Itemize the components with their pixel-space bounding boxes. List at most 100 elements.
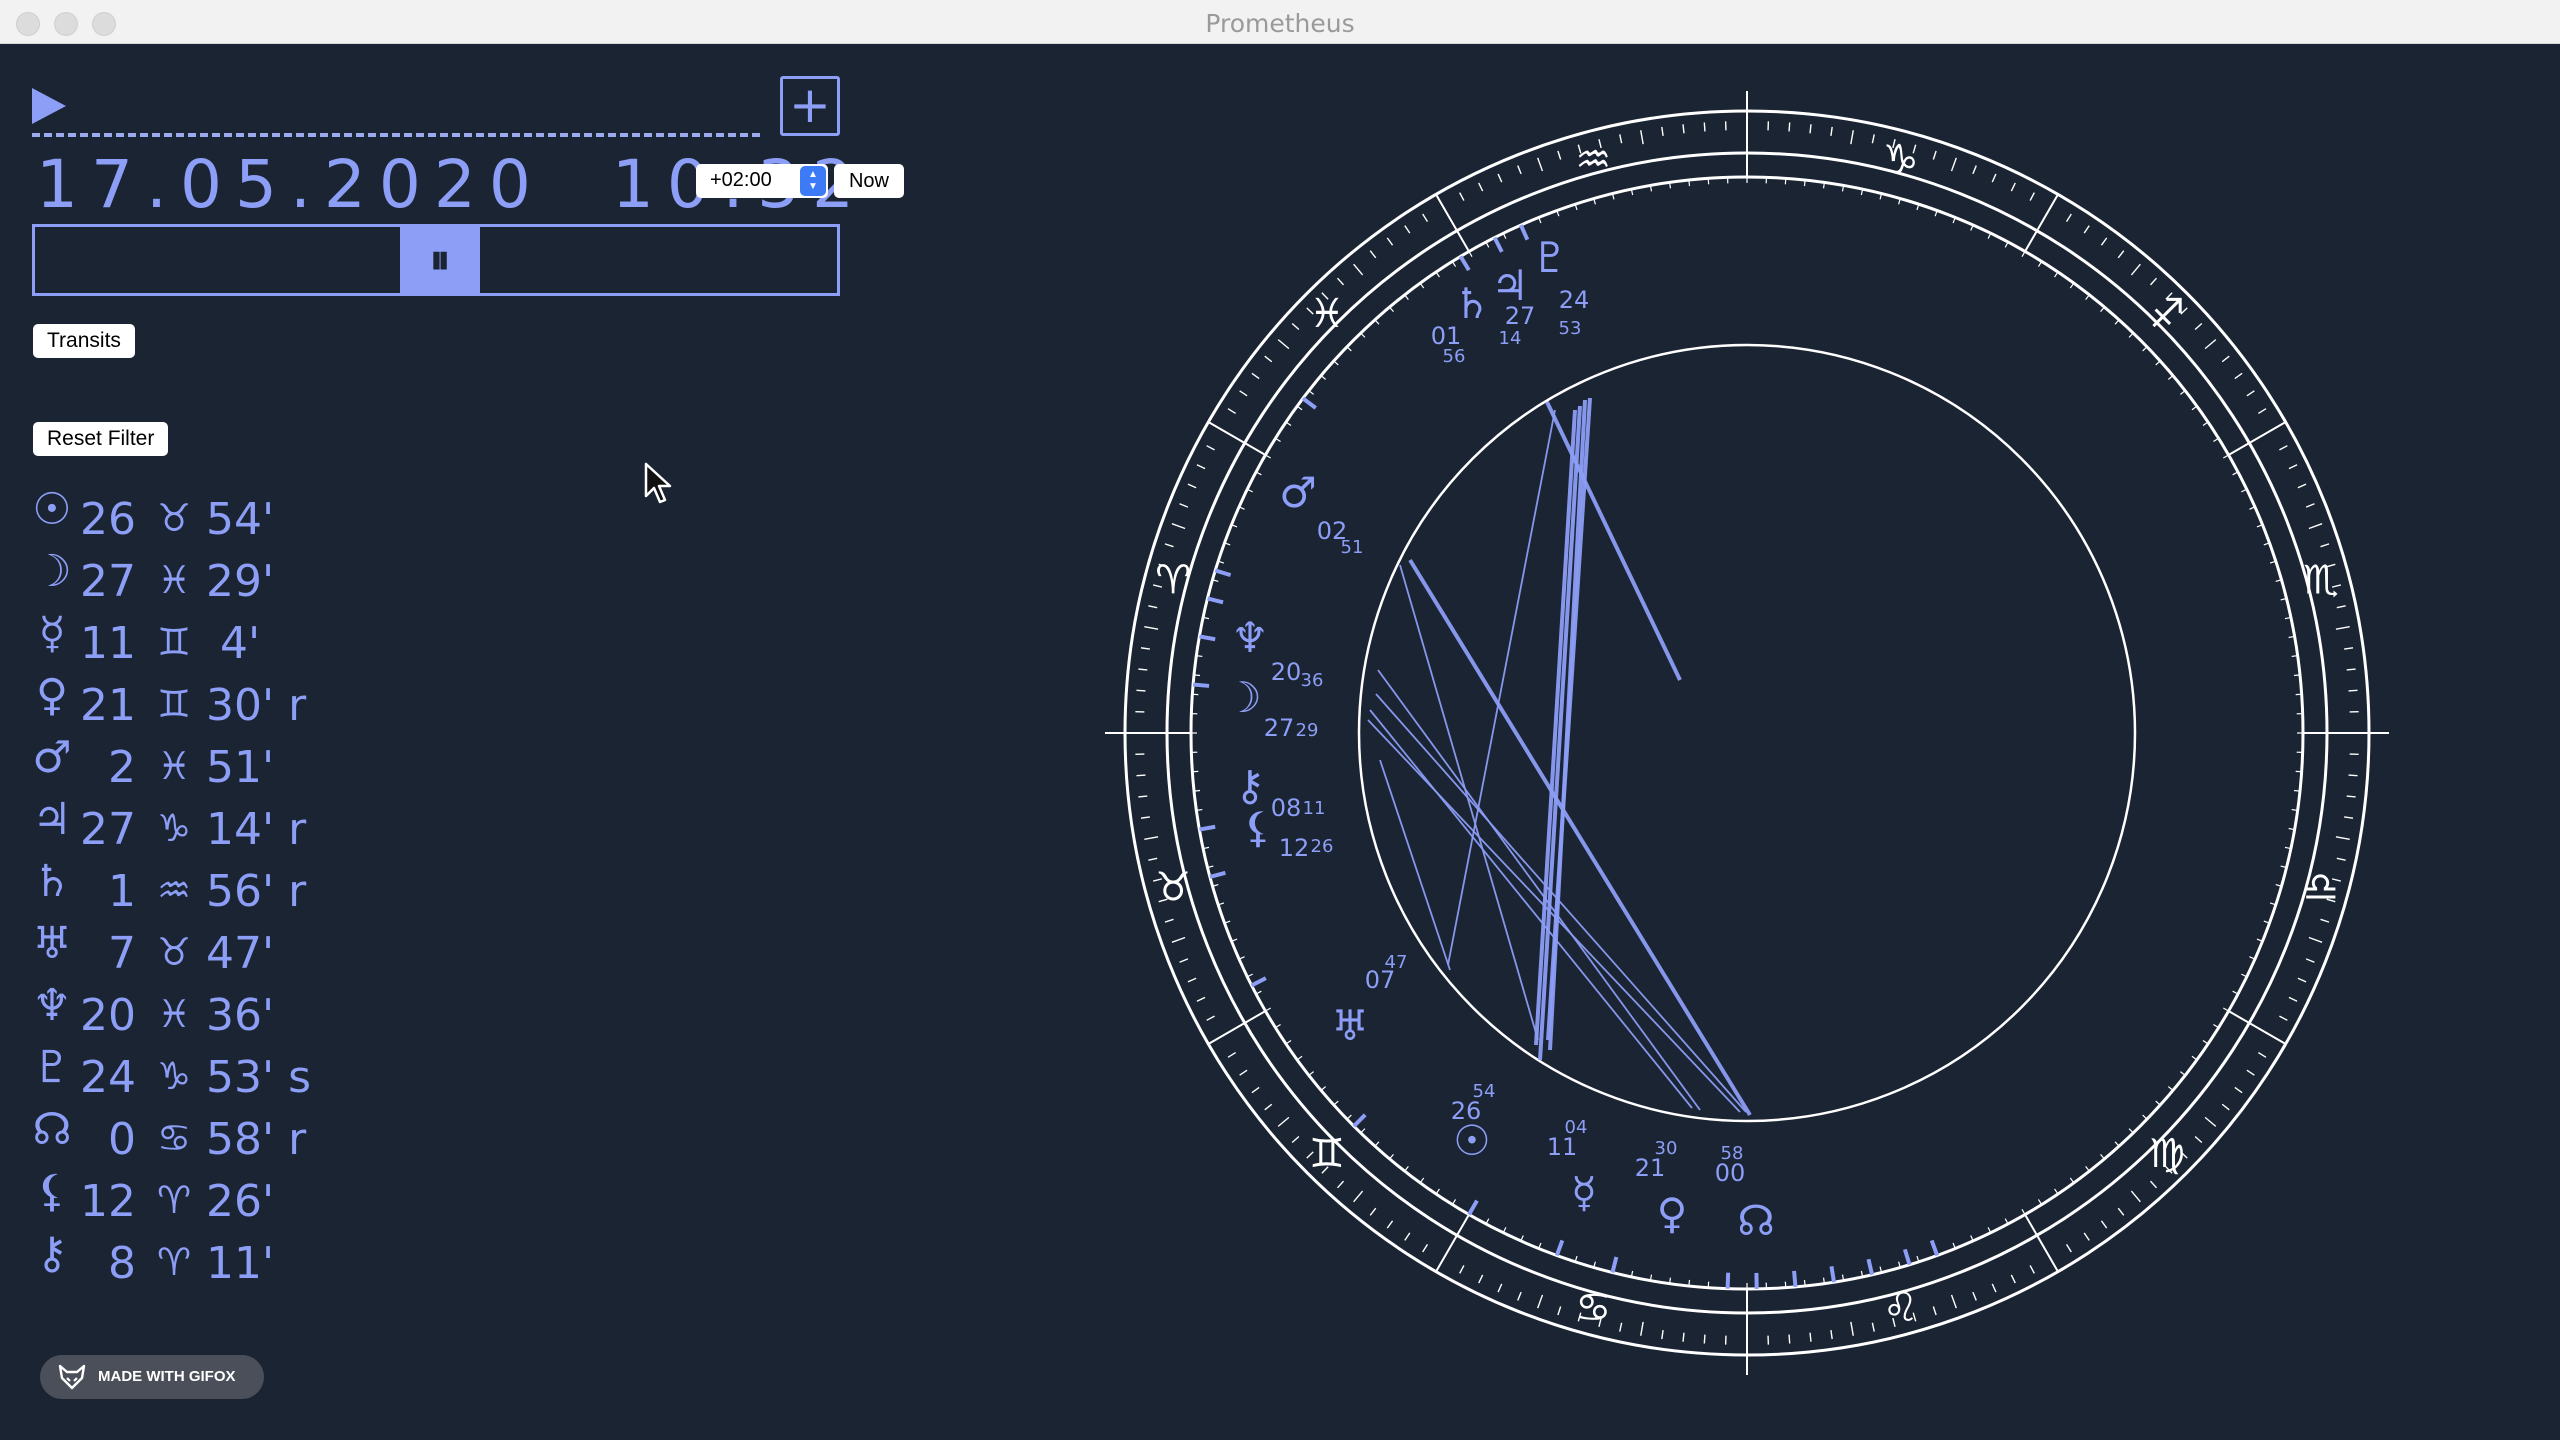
planet-row-uranus[interactable]: ♅ 7 ♉ 47' [28, 918, 428, 990]
capricorn-icon: ♑ [156, 806, 192, 850]
degree-tick [1788, 122, 1791, 132]
planet-minutes: 26' [206, 1176, 275, 1227]
planet-degree-label: 27 [1505, 302, 1536, 330]
node-icon: ☊ [1737, 1196, 1774, 1245]
planet-minute-label: 56 [1443, 346, 1466, 367]
inner-tick [2291, 808, 2298, 811]
timezone-stepper[interactable]: ▲ ▼ [800, 166, 826, 196]
capricorn-icon: ♑ [156, 1054, 192, 1098]
timezone-value: +02:00 [710, 169, 772, 191]
planet-degree: 27 [80, 804, 136, 855]
pluto-icon: ♇ [32, 1042, 72, 1093]
play-icon[interactable] [30, 84, 70, 128]
planet-tick [1192, 682, 1210, 688]
planet-degree-label: 12 [1279, 834, 1310, 862]
planet-degree: 1 [108, 866, 136, 917]
lilith-icon: ⚸ [1243, 803, 1274, 852]
planet-minute-label: 51 [1341, 537, 1364, 558]
saturn-icon: ♄ [1453, 279, 1491, 328]
planet-row-mercury[interactable]: ☿ 11 ♊ 4' [28, 608, 428, 680]
planet-row-mars[interactable]: ♂ 2 ♓ 51' [28, 732, 428, 804]
cancer-icon: ♋ [156, 1116, 192, 1160]
slider-thumb[interactable]: ⏸ [400, 227, 480, 293]
time-slider[interactable]: ⏸ [32, 224, 840, 296]
planet-minutes: 58' r [206, 1114, 307, 1165]
degree-tick [1703, 1334, 1706, 1344]
planet-minute-label: 30 [1655, 1138, 1678, 1159]
timezone-select[interactable]: +02:00 ▲ ▼ [696, 164, 828, 198]
badge-label: MADE WITH GIFOX [98, 1368, 236, 1385]
chevron-up-icon: ▲ [808, 169, 818, 180]
planet-minute-label: 11 [1303, 798, 1326, 819]
degree-tick [1138, 795, 1148, 798]
planet-degree: 21 [80, 680, 136, 731]
planet-degree: 8 [108, 1238, 136, 1289]
taurus-icon: ♉ [1155, 865, 1191, 911]
inner-tick [1822, 1277, 1825, 1284]
fox-icon [58, 1364, 86, 1390]
planet-tick [1725, 1272, 1731, 1289]
taurus-icon: ♉ [156, 496, 192, 540]
planet-row-sun[interactable]: ☉ 26 ♉ 54' [28, 484, 428, 556]
cancer-icon: ♋ [1575, 1285, 1611, 1331]
planet-tick [1829, 1266, 1836, 1283]
degree-tick [1809, 1332, 1812, 1342]
venus-icon: ♀ [1657, 1189, 1688, 1238]
sagittarius-icon: ♐ [2149, 291, 2185, 337]
degree-tick [1788, 1334, 1791, 1344]
gemini-icon: ♊ [156, 620, 192, 664]
now-button[interactable]: Now [834, 164, 904, 198]
planet-minute-label: 53 [1559, 318, 1582, 339]
mars-icon: ♂ [32, 732, 72, 783]
inner-tick [1822, 182, 1825, 189]
moon-icon: ☽ [32, 546, 72, 597]
inner-tick [1688, 179, 1691, 187]
planet-degree: 27 [80, 556, 136, 607]
inner-tick [2293, 789, 2301, 792]
planet-row-jupiter[interactable]: ♃ 27 ♑ 14' r [28, 794, 428, 866]
chevron-down-icon: ▼ [808, 181, 818, 192]
degree-tick [2348, 774, 2358, 777]
planet-minute-label: 58 [1721, 1143, 1744, 1164]
sun-icon: ☉ [32, 484, 72, 535]
planet-row-lilith[interactable]: ⚸ 12 ♈ 26' [28, 1166, 428, 1238]
planet-row-pluto[interactable]: ♇ 24 ♑ 53' s [28, 1042, 428, 1114]
aries-icon: ♈ [156, 1240, 192, 1284]
planet-row-moon[interactable]: ☽ 27 ♓ 29' [28, 546, 428, 618]
planet-row-node[interactable]: ☊ 0 ♋ 58' r [28, 1104, 428, 1176]
jupiter-icon: ♃ [32, 794, 72, 845]
planet-degree-label: 20 [1271, 658, 1302, 686]
planet-row-saturn[interactable]: ♄ 1 ♒ 56' r [28, 856, 428, 928]
planet-minute-label: 14 [1499, 328, 1522, 349]
lilith-icon: ⚸ [35, 1166, 69, 1217]
title-bar: Prometheus [0, 0, 2560, 44]
timeline-track[interactable] [32, 133, 760, 137]
window-title: Prometheus [1205, 9, 1355, 38]
planet-minutes: 36' [206, 990, 275, 1041]
planet-tick [1792, 1270, 1798, 1288]
planet-row-chiron[interactable]: ⚷ 8 ♈ 11' [28, 1228, 428, 1300]
moon-icon: ☽ [1224, 673, 1262, 722]
add-button[interactable]: + [780, 76, 840, 136]
gifox-badge: MADE WITH GIFOX [40, 1355, 264, 1399]
planet-minutes: 4' [206, 618, 261, 669]
pisces-icon: ♓ [156, 558, 192, 602]
app-content: + 17.05.2020 10:32 +02:00 ▲ ▼ Now ⏸ Tran… [0, 44, 2560, 1440]
reset-filter-button[interactable]: Reset Filter [33, 422, 169, 456]
virgo-icon: ♍ [2149, 1131, 2185, 1177]
aquarius-icon: ♒ [1575, 137, 1611, 183]
transits-button[interactable]: Transits [33, 324, 135, 358]
planet-minute-label: 29 [1296, 720, 1319, 741]
planet-degree: 12 [80, 1176, 136, 1227]
degree-tick [1682, 124, 1685, 134]
neptune-icon: ♆ [1231, 613, 1269, 662]
planet-tick [1199, 824, 1216, 832]
pisces-icon: ♓ [156, 744, 192, 788]
planet-row-venus[interactable]: ♀ 21 ♊ 30' r [28, 670, 428, 742]
inner-tick [1803, 1279, 1806, 1287]
planet-row-neptune[interactable]: ♆ 20 ♓ 36' [28, 980, 428, 1052]
planet-minute-label: 04 [1565, 1117, 1588, 1138]
inner-tick [1196, 808, 1203, 811]
scorpio-icon: ♏ [2303, 557, 2339, 603]
planet-degree: 7 [108, 928, 136, 979]
